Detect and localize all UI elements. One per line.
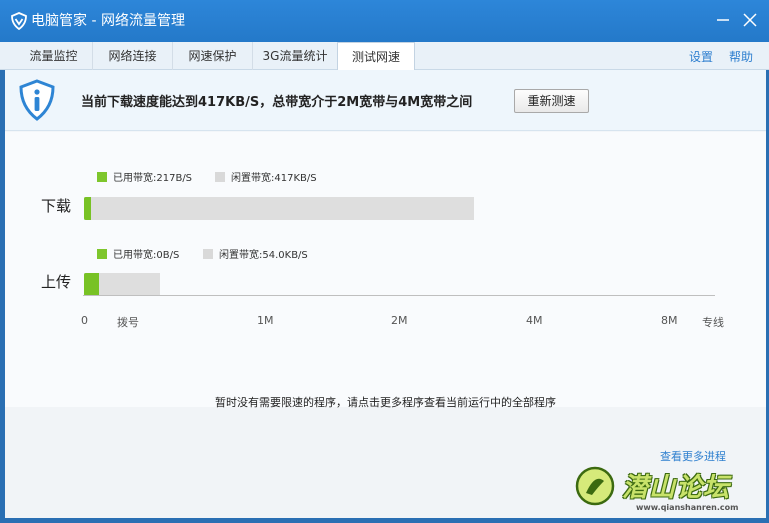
download-bandwidth-bar bbox=[84, 197, 475, 220]
axis-tick-0: 0 bbox=[81, 314, 88, 327]
help-link[interactable]: 帮助 bbox=[729, 42, 753, 70]
tab-speed-test[interactable]: 测试网速 bbox=[337, 42, 415, 71]
download-used-text: 已用带宽:217B/S bbox=[113, 173, 193, 184]
forum-watermark: 潜山论坛 www.qianshanren.com bbox=[574, 463, 766, 519]
tab-traffic-monitor[interactable]: 流量监控 bbox=[15, 42, 93, 70]
axis-tick-8m: 8M bbox=[661, 314, 678, 327]
shield-logo-icon bbox=[11, 12, 27, 30]
minimize-icon[interactable] bbox=[713, 10, 733, 30]
watermark-url: www.qianshanren.com bbox=[636, 503, 739, 512]
idle-swatch bbox=[203, 249, 213, 259]
upload-label: 上传 bbox=[41, 273, 72, 291]
speed-result-message: 当前下载速度能达到417KB/S，总带宽介于2M宽带与4M宽带之间 bbox=[81, 95, 473, 110]
download-idle-text: 闲置带宽:417KB/S bbox=[231, 173, 317, 184]
no-limit-notice: 暂时没有需要限速的程序，请点击更多程序查看当前运行中的全部程序 bbox=[215, 396, 556, 409]
view-more-processes-link[interactable]: 查看更多进程 bbox=[660, 448, 726, 464]
speed-test-panel: 当前下载速度能达到417KB/S，总带宽介于2M宽带与4M宽带之间 重新测速 已… bbox=[5, 70, 766, 518]
speed-axis bbox=[83, 295, 715, 296]
download-used-bar bbox=[84, 197, 91, 220]
title-bar: 电脑管家 - 网络流量管理 bbox=[0, 0, 769, 42]
upload-used-legend: 已用带宽:0B/S bbox=[97, 249, 179, 262]
bandwidth-chart: 已用带宽:217B/S 闲置带宽:417KB/S 下载 已用带宽:0B/S 闲置… bbox=[5, 132, 766, 407]
tab-bar: 流量监控 网络连接 网速保护 3G流量统计 测试网速 设置 帮助 bbox=[0, 42, 769, 71]
result-banner: 当前下载速度能达到417KB/S，总带宽介于2M宽带与4M宽带之间 重新测速 bbox=[5, 70, 766, 131]
axis-tick-2m: 2M bbox=[391, 314, 408, 327]
idle-swatch bbox=[215, 172, 225, 182]
settings-link[interactable]: 设置 bbox=[689, 42, 713, 70]
window-title: 电脑管家 - 网络流量管理 bbox=[31, 13, 185, 29]
upload-idle-legend: 闲置带宽:54.0KB/S bbox=[203, 249, 308, 262]
watermark-text: 潜山论坛 bbox=[622, 473, 731, 503]
download-idle-legend: 闲置带宽:417KB/S bbox=[215, 172, 317, 185]
info-shield-icon bbox=[19, 79, 55, 121]
axis-tick-1m: 1M bbox=[257, 314, 274, 327]
used-swatch bbox=[97, 172, 107, 182]
axis-tick-4m: 4M bbox=[526, 314, 543, 327]
upload-used-text: 已用带宽:0B/S bbox=[113, 250, 180, 261]
download-used-legend: 已用带宽:217B/S bbox=[97, 172, 192, 185]
retest-button[interactable]: 重新测速 bbox=[514, 89, 589, 113]
upload-idle-text: 闲置带宽:54.0KB/S bbox=[219, 250, 308, 261]
tab-network-connections[interactable]: 网络连接 bbox=[93, 42, 173, 70]
forum-logo-icon bbox=[575, 466, 615, 506]
tab-3g-stats[interactable]: 3G流量统计 bbox=[253, 42, 337, 70]
upload-used-bar bbox=[84, 273, 100, 296]
axis-tick-dialup: 拨号 bbox=[117, 316, 139, 329]
download-label: 下载 bbox=[41, 197, 72, 215]
close-icon[interactable] bbox=[740, 10, 760, 30]
used-swatch bbox=[97, 249, 107, 259]
axis-tick-dedicated: 专线 bbox=[702, 316, 724, 329]
tab-speed-protection[interactable]: 网速保护 bbox=[173, 42, 253, 70]
